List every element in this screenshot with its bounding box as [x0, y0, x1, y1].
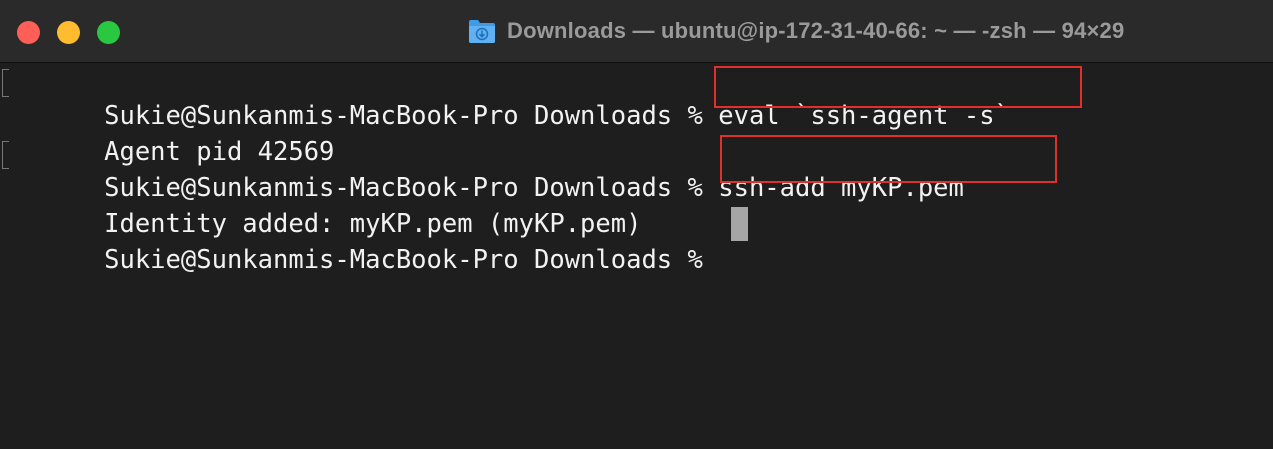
terminal-content[interactable]: Sukie@Sunkanmis-MacBook-Pro Downloads % …	[0, 63, 1273, 449]
close-button[interactable]	[17, 21, 40, 44]
downloads-folder-icon	[469, 20, 495, 43]
window-title: Downloads — ubuntu@ip-172-31-40-66: ~ — …	[507, 18, 1125, 43]
window-title-group: Downloads — ubuntu@ip-172-31-40-66: ~ — …	[467, 16, 1124, 46]
terminal-line-5: Sukie@Sunkanmis-MacBook-Pro Downloads %	[12, 209, 703, 275]
minimize-button[interactable]	[57, 21, 80, 44]
terminal-line-2: Agent pid 42569	[12, 101, 334, 167]
mark-bracket	[2, 141, 9, 169]
maximize-button[interactable]	[97, 21, 120, 44]
prompt-text: Sukie@Sunkanmis-MacBook-Pro Downloads %	[104, 245, 703, 275]
terminal-window: Downloads — ubuntu@ip-172-31-40-66: ~ — …	[0, 0, 1273, 449]
text-cursor	[731, 207, 748, 241]
mark-bracket	[2, 69, 9, 97]
command-highlight-box	[714, 66, 1082, 108]
title-bar[interactable]: Downloads — ubuntu@ip-172-31-40-66: ~ — …	[0, 0, 1273, 63]
command-highlight-box	[720, 135, 1057, 183]
terminal-line-4: Identity added: myKP.pem (myKP.pem)	[12, 173, 641, 239]
